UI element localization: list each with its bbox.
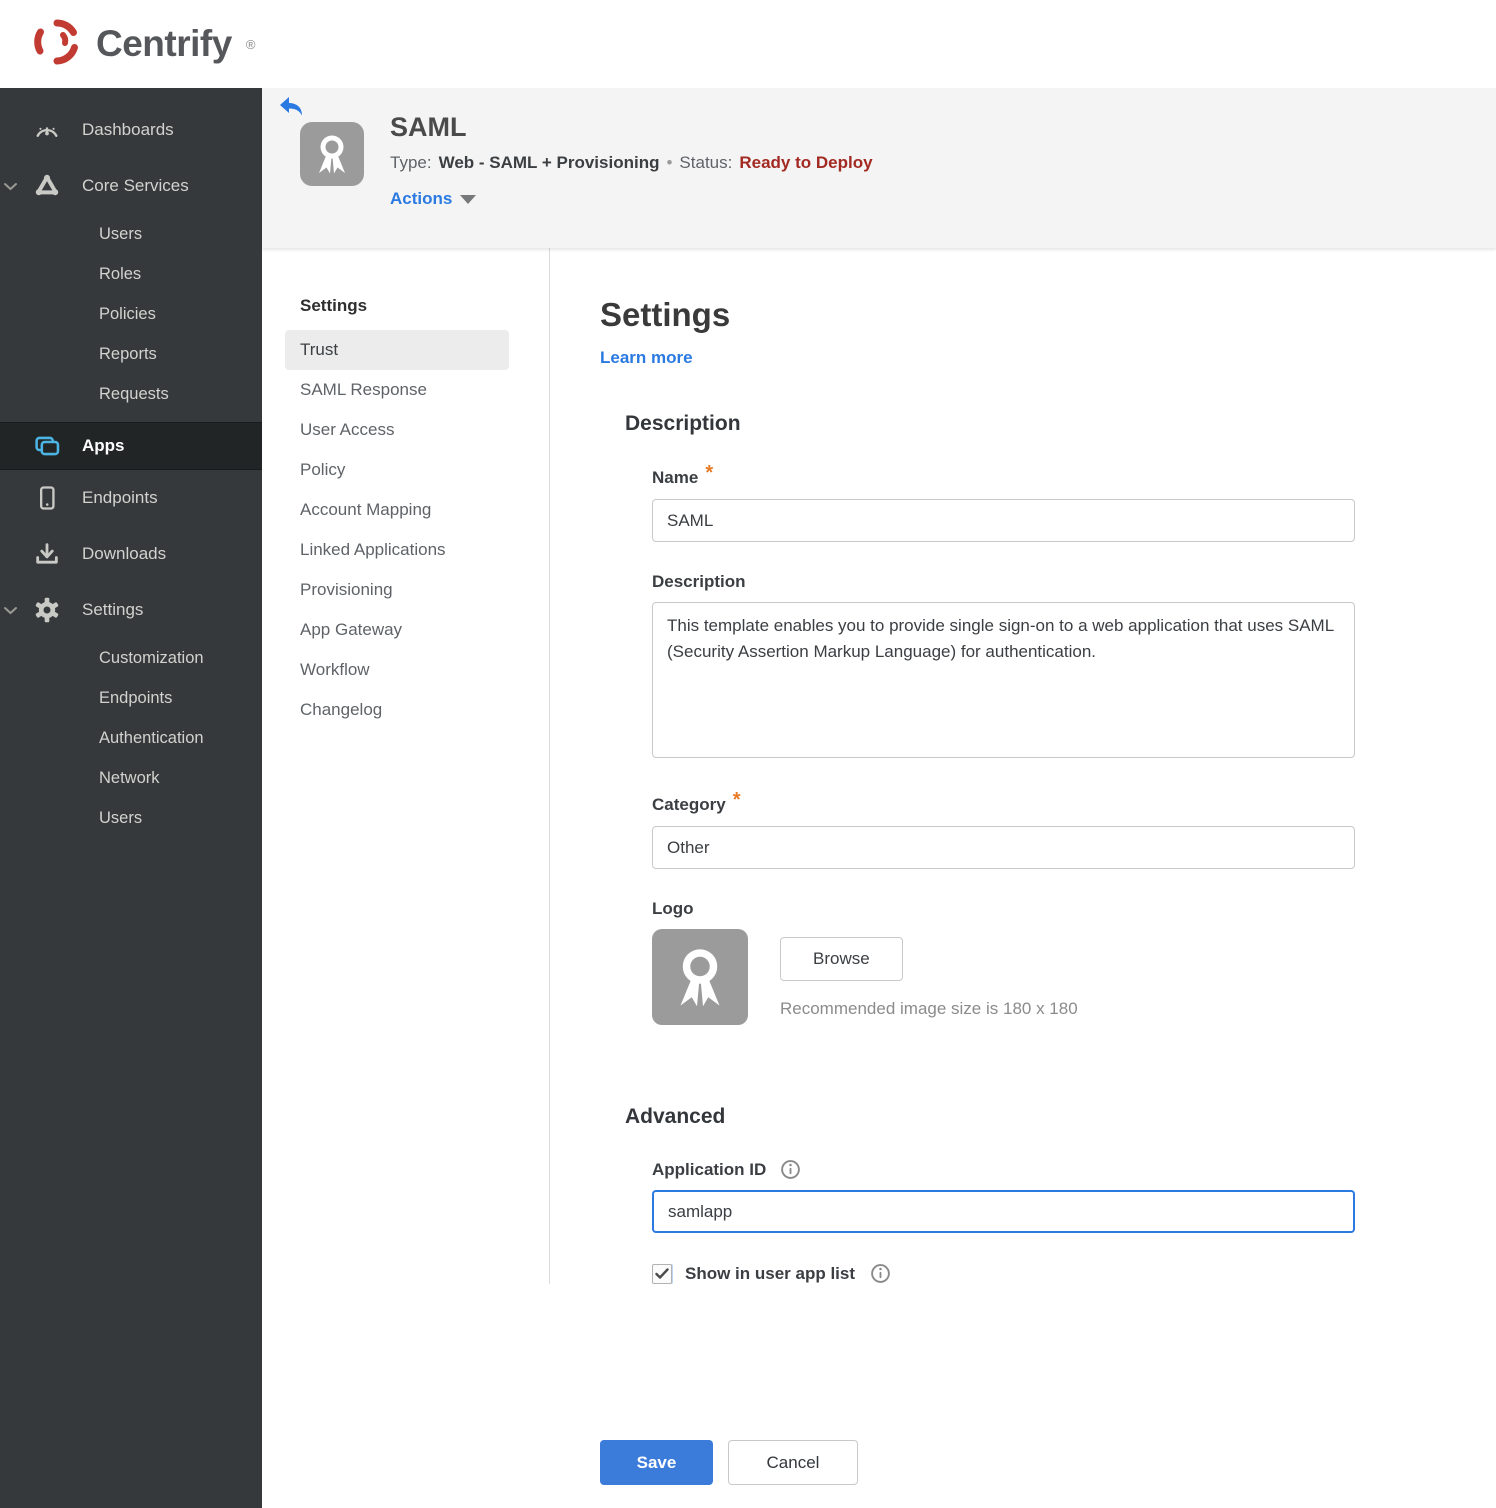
topbar: Centrify ® bbox=[0, 0, 1496, 88]
sidebar-item-downloads[interactable]: Downloads bbox=[0, 526, 262, 582]
subnav-item-workflow[interactable]: Workflow bbox=[285, 650, 509, 690]
subnav-item-account-mapping[interactable]: Account Mapping bbox=[285, 490, 509, 530]
sidebar-item-label: Settings bbox=[82, 600, 144, 619]
type-label: Type: bbox=[390, 153, 432, 172]
sidebar-item-requests[interactable]: Requests bbox=[0, 374, 262, 414]
name-field[interactable] bbox=[652, 499, 1355, 542]
apps-icon bbox=[30, 432, 64, 460]
sidebar-item-core-services[interactable]: Core Services bbox=[0, 158, 262, 214]
type-value: Web - SAML + Provisioning bbox=[438, 153, 660, 172]
save-button[interactable]: Save bbox=[600, 1440, 713, 1485]
category-label: Category bbox=[652, 794, 726, 814]
centrify-swirl-icon bbox=[30, 15, 84, 74]
settings-subnav: Settings Trust SAML Response User Access… bbox=[262, 248, 550, 1284]
sidebar-item-roles[interactable]: Roles bbox=[0, 254, 262, 294]
chevron-down-icon bbox=[0, 182, 30, 191]
sidebar-item-apps[interactable]: Apps bbox=[0, 422, 262, 470]
app-logo bbox=[300, 122, 364, 186]
sidebar-item-customization[interactable]: Customization bbox=[0, 638, 262, 678]
phone-icon bbox=[30, 484, 64, 512]
logo-preview bbox=[652, 929, 748, 1025]
sidebar-item-endpoints[interactable]: Endpoints bbox=[0, 470, 262, 526]
sidebar-item-label: Endpoints bbox=[82, 488, 158, 507]
core-services-icon bbox=[30, 172, 64, 200]
centrify-logo: Centrify ® bbox=[30, 15, 255, 74]
brand-reg-mark: ® bbox=[245, 36, 256, 52]
subnav-item-policy[interactable]: Policy bbox=[285, 450, 509, 490]
sidebar-item-dashboards[interactable]: Dashboards bbox=[0, 102, 262, 158]
show-in-user-app-list-checkbox[interactable] bbox=[652, 1263, 672, 1284]
gear-icon bbox=[30, 596, 64, 624]
application-id-label: Application ID bbox=[652, 1159, 767, 1179]
sidebar-item-network[interactable]: Network bbox=[0, 758, 262, 798]
description-section-heading: Description bbox=[625, 412, 741, 435]
application-id-field[interactable] bbox=[652, 1190, 1355, 1233]
sidebar-item-settings-users[interactable]: Users bbox=[0, 798, 262, 838]
advanced-section-heading: Advanced bbox=[625, 1105, 726, 1128]
sidebar-item-authentication[interactable]: Authentication bbox=[0, 718, 262, 758]
status-value: Ready to Deploy bbox=[739, 153, 873, 172]
required-asterisk: * bbox=[705, 462, 714, 484]
logo-label: Logo bbox=[652, 899, 694, 918]
page-title: Settings bbox=[600, 296, 731, 333]
sidebar-item-label: Core Services bbox=[82, 176, 189, 195]
subnav-item-linked-applications[interactable]: Linked Applications bbox=[285, 530, 509, 570]
subnav-item-app-gateway[interactable]: App Gateway bbox=[285, 610, 509, 650]
show-in-user-app-list-label: Show in user app list bbox=[685, 1263, 856, 1283]
subnav-heading: Settings bbox=[300, 296, 368, 315]
subnav-item-changelog[interactable]: Changelog bbox=[285, 690, 509, 730]
chevron-down-icon bbox=[0, 606, 30, 615]
name-label: Name bbox=[652, 467, 699, 487]
sidebar-item-label: Dashboards bbox=[82, 120, 174, 139]
cancel-button[interactable]: Cancel bbox=[728, 1440, 858, 1485]
learn-more-link[interactable]: Learn more bbox=[600, 348, 693, 368]
description-field[interactable]: This template enables you to provide sin… bbox=[652, 602, 1355, 758]
description-label: Description bbox=[652, 572, 746, 591]
info-icon[interactable] bbox=[870, 1263, 891, 1284]
status-label: Status: bbox=[679, 153, 733, 172]
download-icon bbox=[30, 540, 64, 568]
brand-name: Centrify bbox=[96, 23, 232, 64]
info-icon[interactable] bbox=[780, 1159, 801, 1180]
sidebar-item-policies[interactable]: Policies bbox=[0, 294, 262, 334]
logo-size-hint: Recommended image size is 180 x 180 bbox=[780, 999, 1078, 1018]
subnav-item-provisioning[interactable]: Provisioning bbox=[285, 570, 509, 610]
sidebar-item-label: Downloads bbox=[82, 544, 167, 563]
sidebar: Dashboards Core Services Users Roles Pol… bbox=[0, 88, 262, 1508]
sidebar-item-settings[interactable]: Settings bbox=[0, 582, 262, 638]
gauge-icon bbox=[30, 116, 64, 144]
app-header: SAML Type: Web - SAML + Provisioning • S… bbox=[262, 88, 1496, 248]
sidebar-item-reports[interactable]: Reports bbox=[0, 334, 262, 374]
form-footer: Save Cancel bbox=[600, 1440, 1496, 1485]
sidebar-item-users[interactable]: Users bbox=[0, 214, 262, 254]
actions-dropdown[interactable]: Actions bbox=[390, 189, 873, 209]
required-asterisk: * bbox=[732, 789, 741, 811]
subnav-item-saml-response[interactable]: SAML Response bbox=[285, 370, 509, 410]
back-arrow-icon[interactable] bbox=[278, 96, 304, 123]
app-title: SAML bbox=[390, 112, 467, 142]
subnav-item-trust[interactable]: Trust bbox=[285, 330, 509, 370]
sidebar-item-settings-endpoints[interactable]: Endpoints bbox=[0, 678, 262, 718]
category-field[interactable] bbox=[652, 826, 1355, 869]
sidebar-item-label: Apps bbox=[82, 436, 125, 455]
caret-down-icon bbox=[460, 194, 477, 204]
subnav-item-user-access[interactable]: User Access bbox=[285, 410, 509, 450]
browse-button[interactable]: Browse bbox=[780, 937, 903, 981]
